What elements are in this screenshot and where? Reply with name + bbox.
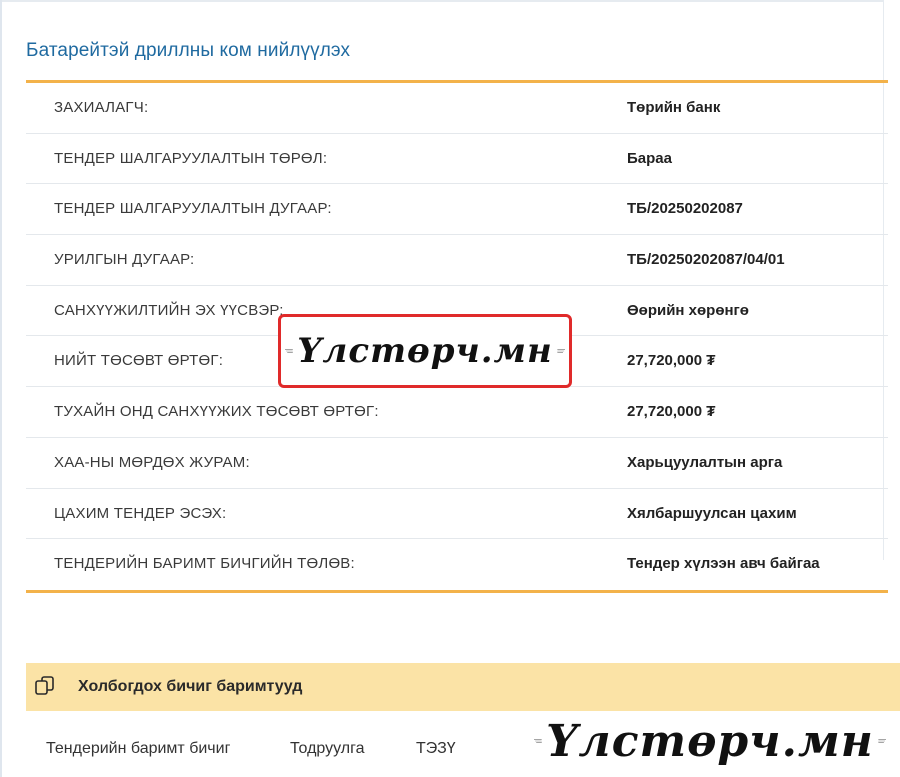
copy-documents-icon	[35, 676, 54, 695]
related-documents-title: Холбогдох бичиг баримтууд	[78, 678, 303, 695]
detail-label: ТУХАЙН ОНД САНХҮҮЖИХ ТӨСӨВТ ӨРТӨГ:	[54, 403, 379, 421]
detail-row-tender-number: ТЕНДЕР ШАЛГАРУУЛАЛТЫН ДУГААР: ТБ/2025020…	[26, 184, 888, 236]
accent-divider-bottom	[26, 590, 888, 593]
detail-row-procedure: ХАА-НЫ МӨРДӨХ ЖУРАМ: Харьцуулалтын арга	[26, 438, 888, 489]
wing-left-icon	[534, 739, 543, 743]
detail-value: ТБ/20250202087/04/01	[627, 251, 785, 269]
detail-value: Хялбаршуулсан цахим	[627, 504, 797, 522]
detail-label: ХАА-НЫ МӨРДӨХ ЖУРАМ:	[54, 453, 250, 471]
watermark-logo: Үлстөрч.мн	[278, 314, 572, 388]
detail-label: ТЕНДЕРИЙН БАРИМТ БИЧГИЙН ТӨЛӨВ:	[54, 555, 355, 573]
related-documents-header: Холбогдох бичиг баримтууд	[26, 663, 900, 711]
top-border	[0, 0, 884, 2]
detail-row-document-status: ТЕНДЕРИЙН БАРИМТ БИЧГИЙН ТӨЛӨВ: Тендер х…	[26, 539, 888, 590]
detail-label: ЗАХИАЛАГЧ:	[54, 99, 149, 116]
detail-value: Өөрийн хөрөнгө	[627, 301, 749, 319]
detail-row-customer: ЗАХИАЛАГЧ: Төрийн банк	[26, 83, 888, 134]
watermark-corner-logo: Үлстөрч.мн	[530, 710, 890, 772]
detail-row-invitation-number: УРИЛГЫН ДУГААР: ТБ/20250202087/04/01	[26, 235, 888, 286]
detail-value: Тендер хүлээн авч байгаа	[627, 555, 820, 573]
wing-left-icon	[285, 349, 294, 353]
detail-value: Харьцуулалтын арга	[627, 453, 783, 471]
tab-tender-documents[interactable]: Тендерийн баримт бичиг	[46, 740, 230, 758]
tab-clarification[interactable]: Тодруулга	[290, 740, 365, 758]
detail-label: ТЕНДЕР ШАЛГАРУУЛАЛТЫН ТӨРӨЛ:	[54, 149, 328, 167]
detail-value: Төрийн банк	[627, 99, 721, 116]
wing-right-icon	[556, 349, 565, 353]
watermark-text: Үлстөрч.мн	[297, 331, 553, 371]
left-border	[0, 0, 2, 777]
watermark-corner-text: Үлстөрч.мн	[546, 715, 874, 767]
detail-value: ТБ/20250202087	[627, 200, 743, 218]
detail-value: Бараа	[627, 149, 672, 167]
page-title: Батарейтэй дриллны ком нийлүүлэх	[26, 40, 351, 61]
detail-value: 27,720,000 ₮	[627, 352, 716, 370]
detail-label: УРИЛГЫН ДУГААР:	[54, 251, 195, 269]
detail-row-yearly-budget: ТУХАЙН ОНД САНХҮҮЖИХ ТӨСӨВТ ӨРТӨГ: 27,72…	[26, 387, 888, 438]
detail-label: ТЕНДЕР ШАЛГАРУУЛАЛТЫН ДУГААР:	[54, 200, 332, 218]
detail-label: ЦАХИМ ТЕНДЕР ЭСЭХ:	[54, 504, 227, 522]
detail-row-electronic: ЦАХИМ ТЕНДЕР ЭСЭХ: Хялбаршуулсан цахим	[26, 489, 888, 540]
detail-row-tender-type: ТЕНДЕР ШАЛГАРУУЛАЛТЫН ТӨРӨЛ: Бараа	[26, 134, 888, 185]
detail-value: 27,720,000 ₮	[627, 403, 716, 421]
detail-label: САНХҮҮЖИЛТИЙН ЭХ ҮҮСВЭР:	[54, 301, 284, 319]
detail-label: НИЙТ ТӨСӨВТ ӨРТӨГ:	[54, 352, 224, 370]
tab-feasibility-study[interactable]: ТЭЗҮ	[416, 740, 456, 758]
wing-right-icon	[877, 739, 886, 743]
